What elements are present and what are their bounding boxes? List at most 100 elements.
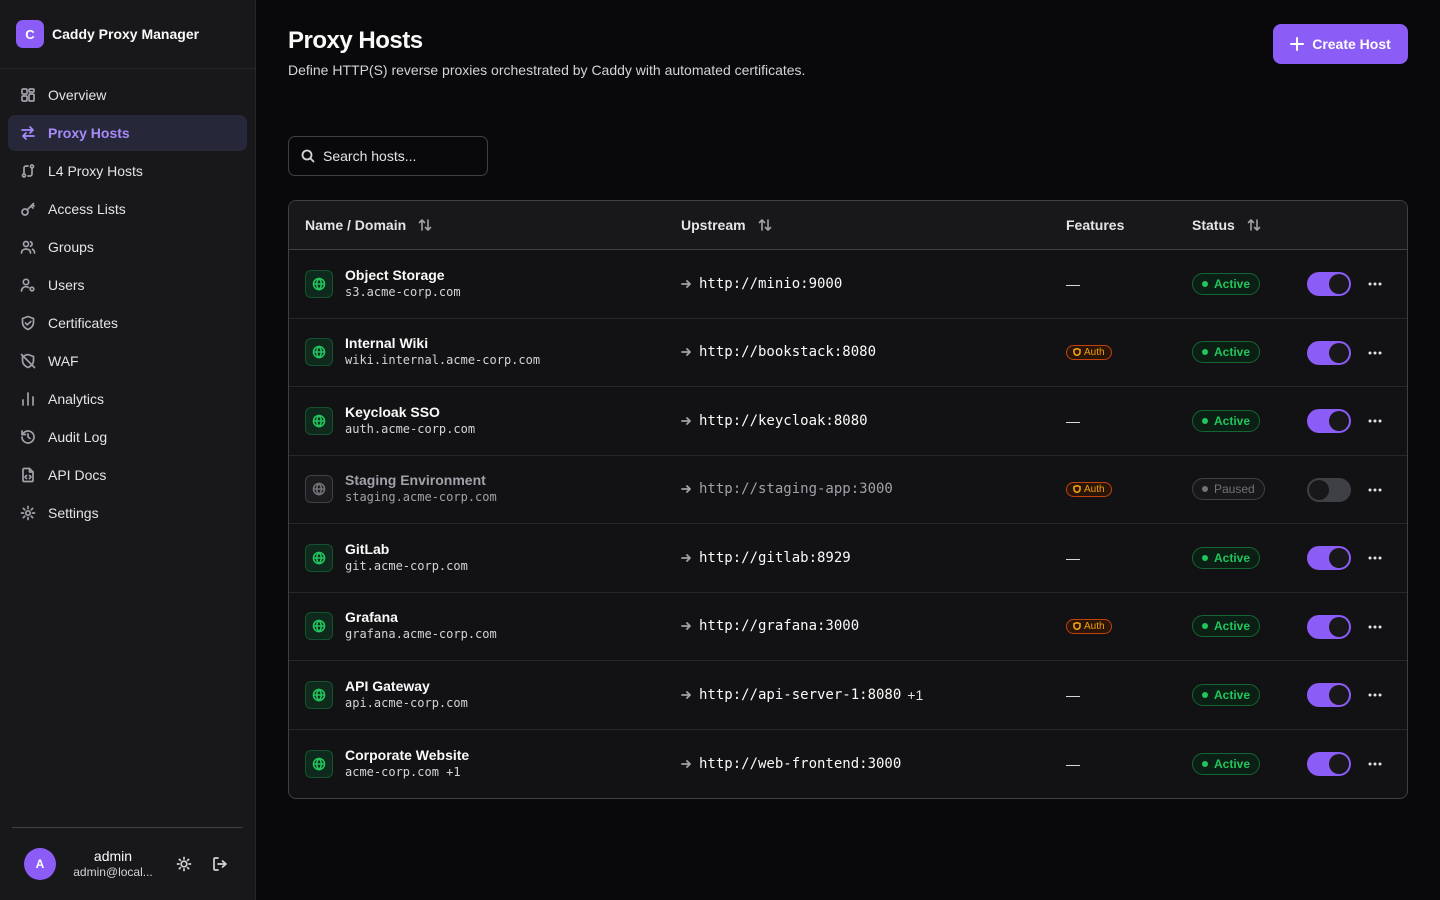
more-actions-button[interactable]	[1365, 411, 1385, 431]
auth-badge: Auth	[1066, 344, 1112, 360]
enable-toggle[interactable]	[1307, 614, 1351, 639]
upstream-cell: http://keycloak:8080	[681, 387, 874, 455]
host-cell: Internal Wiki wiki.internal.acme-corp.co…	[305, 319, 540, 387]
table-row[interactable]: Keycloak SSO auth.acme-corp.com http://k…	[289, 387, 1407, 456]
upstream: http://minio:9000	[681, 276, 848, 292]
no-features: —	[1066, 275, 1080, 292]
upstream: http://keycloak:8080	[681, 413, 874, 429]
more-horizontal-icon	[1368, 419, 1382, 423]
no-features: —	[1066, 412, 1080, 429]
sidebar-item-certificates[interactable]: Certificates	[8, 305, 247, 341]
host-domain: git.acme-corp.com	[345, 558, 468, 573]
arrow-right-icon	[681, 348, 691, 357]
sort-icon	[418, 219, 432, 231]
column-upstream[interactable]: Upstream	[681, 217, 772, 233]
table-row[interactable]: Grafana grafana.acme-corp.com http://gra…	[289, 593, 1407, 661]
host-text: Keycloak SSO auth.acme-corp.com	[345, 404, 475, 438]
sidebar-item-l4-proxy-hosts[interactable]: L4 Proxy Hosts	[8, 153, 247, 189]
upstream-url: http://keycloak:8080	[699, 412, 868, 429]
auth-label: Auth	[1084, 483, 1105, 495]
user-email: admin@local...	[73, 865, 153, 879]
enable-toggle[interactable]	[1307, 340, 1351, 365]
logout-button[interactable]	[210, 854, 230, 874]
table-row[interactable]: Object Storage s3.acme-corp.com http://m…	[289, 250, 1407, 319]
sidebar-item-label: Analytics	[48, 391, 105, 407]
host-domain: auth.acme-corp.com	[345, 421, 476, 436]
search-box	[288, 136, 488, 176]
features-cell: —	[1066, 730, 1080, 799]
more-actions-button[interactable]	[1365, 343, 1385, 363]
key-icon	[20, 201, 36, 217]
host-name: API Gateway	[345, 677, 430, 694]
status-label: Active	[1214, 276, 1251, 291]
sidebar-item-audit-log[interactable]: Audit Log	[8, 419, 247, 455]
sidebar-item-overview[interactable]: Overview	[8, 77, 247, 113]
host-text: Grafana grafana.acme-corp.com	[345, 609, 497, 643]
more-horizontal-icon	[1368, 556, 1382, 560]
create-host-button[interactable]: Create Host	[1273, 24, 1408, 64]
status-label: Active	[1214, 756, 1251, 771]
user-name: admin	[93, 848, 133, 864]
more-horizontal-icon	[1368, 488, 1382, 491]
theme-toggle-button[interactable]	[174, 854, 194, 874]
status-badge: Active	[1192, 546, 1261, 569]
more-actions-button[interactable]	[1365, 617, 1385, 637]
upstream-cell: http://api-server-1:8080 +1	[681, 661, 923, 729]
sidebar-item-settings[interactable]: Settings	[8, 495, 247, 531]
arrows-left-right-icon	[20, 125, 36, 141]
table-row[interactable]: Staging Environment staging.acme-corp.co…	[289, 456, 1407, 524]
sidebar-item-users[interactable]: Users	[8, 267, 247, 303]
sidebar-item-proxy-hosts[interactable]: Proxy Hosts	[8, 115, 247, 151]
enable-toggle[interactable]	[1307, 272, 1351, 296]
upstream: http://web-frontend:3000	[681, 756, 907, 772]
sidebar-item-groups[interactable]: Groups	[8, 229, 247, 265]
column-status[interactable]: Status	[1192, 217, 1261, 233]
more-actions-button[interactable]	[1365, 685, 1385, 705]
host-domain: grafana.acme-corp.com	[345, 627, 497, 642]
sidebar-item-access-lists[interactable]: Access Lists	[8, 191, 247, 227]
sidebar-item-label: Overview	[48, 87, 107, 103]
enable-toggle[interactable]	[1307, 546, 1351, 570]
search-input[interactable]	[323, 148, 473, 164]
sidebar-item-api-docs[interactable]: API Docs	[8, 457, 247, 493]
sidebar-item-label: Users	[48, 277, 85, 293]
upstream: http://staging-app:3000	[681, 481, 899, 497]
avatar[interactable]: A	[24, 848, 56, 880]
sidebar-item-label: Proxy Hosts	[48, 125, 130, 141]
upstream-url: http://staging-app:3000	[699, 481, 893, 498]
status-dot	[1202, 691, 1208, 698]
status-badge: Active	[1192, 615, 1261, 638]
table-row[interactable]: Corporate Website acme-corp.com +1 http:…	[289, 730, 1407, 799]
arrow-right-icon	[681, 622, 691, 631]
column-name-domain[interactable]: Name / Domain	[305, 217, 432, 233]
enable-toggle[interactable]	[1307, 409, 1351, 433]
table-row[interactable]: Internal Wiki wiki.internal.acme-corp.co…	[289, 319, 1407, 387]
app-title: Caddy Proxy Manager	[52, 26, 200, 42]
column-label: Features	[1066, 217, 1125, 233]
auth-label: Auth	[1084, 620, 1105, 632]
enable-toggle[interactable]	[1307, 477, 1351, 502]
sidebar-item-waf[interactable]: WAF	[8, 343, 247, 379]
status-cell: Active	[1192, 593, 1261, 661]
host-domain: api.acme-corp.com	[345, 695, 468, 710]
sidebar-item-analytics[interactable]: Analytics	[8, 381, 247, 417]
enable-toggle[interactable]	[1307, 751, 1351, 776]
table-row[interactable]: API Gateway api.acme-corp.com http://api…	[289, 661, 1407, 730]
more-horizontal-icon	[1368, 693, 1382, 697]
proxy-hosts-table: Name / Domain Upstream Features Status O…	[288, 200, 1408, 799]
features-cell: Auth	[1066, 319, 1112, 387]
host-text: Internal Wiki wiki.internal.acme-corp.co…	[345, 335, 540, 369]
app-logo: C	[16, 20, 44, 48]
status-label: Active	[1214, 413, 1251, 428]
enable-toggle[interactable]	[1307, 683, 1351, 707]
more-actions-button[interactable]	[1365, 754, 1385, 774]
toggle-knob	[1329, 753, 1349, 774]
more-horizontal-icon	[1368, 762, 1382, 765]
user-info: admin admin@local...	[68, 848, 158, 880]
more-actions-button[interactable]	[1365, 480, 1385, 500]
create-host-label: Create Host	[1312, 36, 1391, 52]
upstream-cell: http://gitlab:8929	[681, 524, 857, 592]
more-actions-button[interactable]	[1365, 274, 1385, 294]
more-actions-button[interactable]	[1365, 548, 1385, 568]
table-row[interactable]: GitLab git.acme-corp.com http://gitlab:8…	[289, 524, 1407, 593]
